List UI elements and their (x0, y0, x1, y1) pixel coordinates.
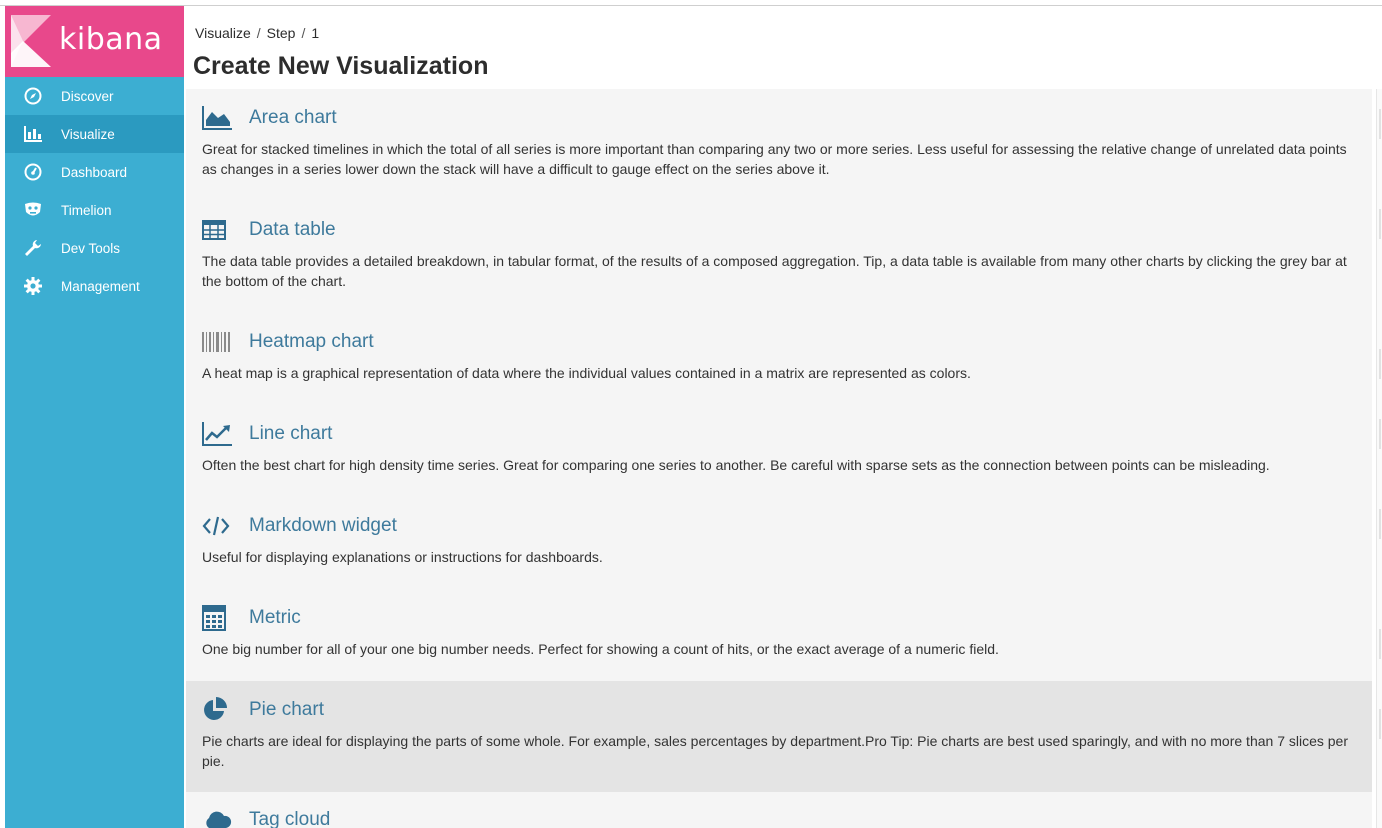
vis-type-description: Great for stacked timelines in which the… (202, 141, 1347, 177)
bar-chart-icon (5, 126, 61, 142)
table-icon (202, 216, 234, 244)
vis-type-title: Tag cloud (249, 809, 331, 828)
page-title: Create New Visualization (193, 52, 489, 80)
vis-type-area-chart[interactable]: Area chart Great for stacked timelines i… (186, 103, 1372, 179)
vis-type-data-table[interactable]: Data table The data table provides a det… (186, 215, 1372, 291)
line-chart-icon (202, 420, 234, 448)
vis-type-title: Heatmap chart (249, 331, 374, 352)
breadcrumb-separator: / (256, 25, 261, 41)
sidebar-item-label: Dashboard (61, 164, 128, 180)
sidebar-item-label: Visualize (61, 126, 115, 142)
sidebar-item-discover[interactable]: Discover (5, 77, 184, 115)
breadcrumb: Visualize / Step / 1 (195, 25, 319, 41)
timelion-mask-icon (5, 202, 61, 218)
vis-type-description: Often the best chart for high density ti… (202, 457, 1270, 473)
vis-type-title: Line chart (249, 423, 333, 444)
gear-icon (5, 277, 61, 295)
breadcrumb-step-number: 1 (311, 25, 320, 41)
vis-type-pie-chart[interactable]: Pie chart Pie charts are ideal for displ… (186, 681, 1372, 792)
vis-type-tag-cloud[interactable]: Tag cloud (186, 805, 1372, 828)
vis-type-title: Markdown widget (249, 515, 397, 536)
cloud-icon (202, 806, 234, 828)
wrench-icon (5, 239, 61, 257)
vis-type-description: Pie charts are ideal for displaying the … (202, 733, 1348, 769)
breadcrumb-separator: / (301, 25, 306, 41)
sidebar-item-dev-tools[interactable]: Dev Tools (5, 229, 184, 267)
barcode-icon (202, 328, 234, 356)
sidebar-item-label: Dev Tools (61, 240, 121, 256)
vis-type-title: Area chart (249, 107, 337, 128)
vis-type-description: A heat map is a graphical representation… (202, 365, 971, 381)
compass-icon (5, 87, 61, 105)
right-scroll-edge[interactable] (1376, 89, 1382, 828)
sidebar-item-label: Management (61, 278, 140, 294)
visualization-type-list: Area chart Great for stacked timelines i… (186, 89, 1372, 828)
kibana-logo-icon (11, 15, 51, 67)
breadcrumb-step: Step (266, 25, 296, 41)
pie-chart-icon (202, 696, 234, 724)
calculator-icon (202, 604, 234, 632)
vis-type-title: Metric (249, 607, 301, 628)
vis-type-title: Pie chart (249, 699, 324, 720)
vis-type-metric[interactable]: Metric One big number for all of your on… (186, 603, 1372, 659)
vis-type-heatmap-chart[interactable]: Heatmap chart A heat map is a graphical … (186, 327, 1372, 383)
sidebar-item-label: Timelion (61, 202, 112, 218)
area-chart-icon (202, 104, 234, 132)
dashboard-gauge-icon (5, 163, 61, 181)
sidebar-item-management[interactable]: Management (5, 267, 184, 305)
sidebar-nav: Discover Visualize Dashboard Timelion De… (5, 77, 184, 305)
window-top-edge (0, 0, 1382, 6)
vis-type-title: Data table (249, 219, 336, 240)
vis-type-line-chart[interactable]: Line chart Often the best chart for high… (186, 419, 1372, 475)
sidebar-item-visualize[interactable]: Visualize (5, 115, 184, 153)
vis-type-description: Useful for displaying explanations or in… (202, 549, 603, 565)
sidebar: kibana Discover Visualize Dashboard Time… (5, 6, 184, 828)
vis-type-markdown-widget[interactable]: Markdown widget Useful for displaying ex… (186, 511, 1372, 567)
sidebar-item-label: Discover (61, 88, 114, 104)
vis-type-description: One big number for all of your one big n… (202, 641, 999, 657)
kibana-logo[interactable]: kibana (5, 6, 184, 77)
app-name: kibana (59, 22, 163, 57)
sidebar-item-dashboard[interactable]: Dashboard (5, 153, 184, 191)
code-icon (202, 512, 234, 540)
breadcrumb-visualize-link[interactable]: Visualize (195, 25, 251, 41)
vis-type-description: The data table provides a detailed break… (202, 253, 1347, 289)
sidebar-item-timelion[interactable]: Timelion (5, 191, 184, 229)
